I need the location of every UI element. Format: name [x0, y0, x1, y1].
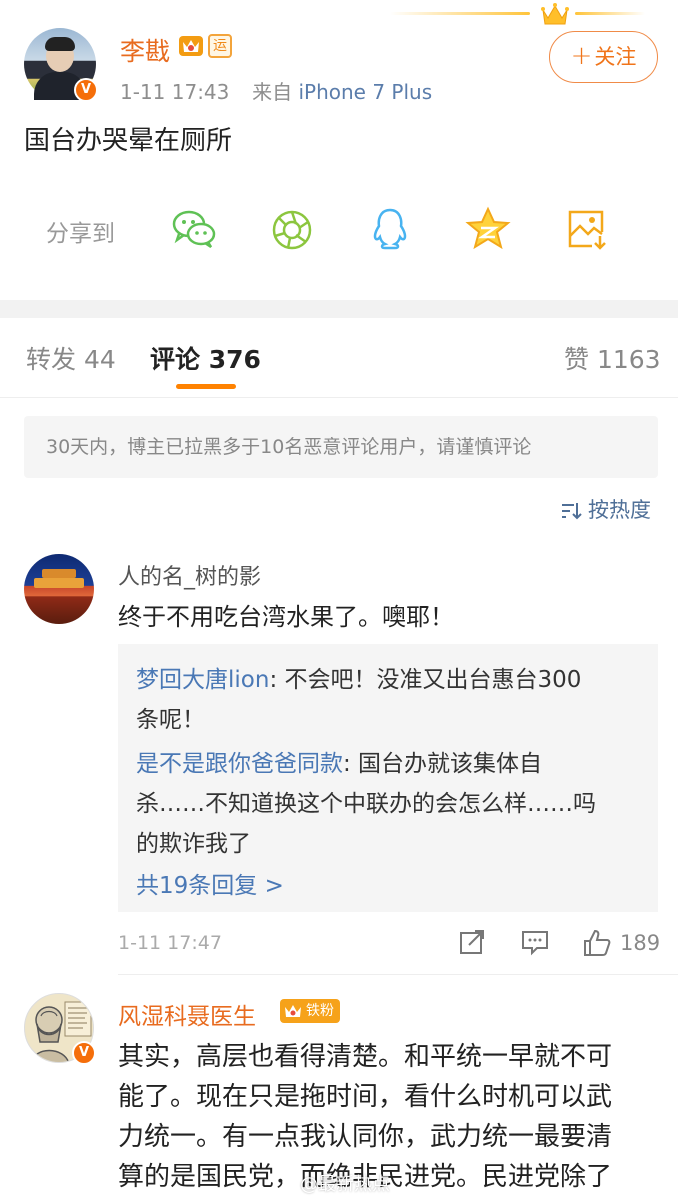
moments-icon[interactable]: [268, 204, 316, 252]
comment-text-line: 力统一。有一点我认同你，武力统一最要清: [118, 1122, 613, 1152]
sort-label: 按热度: [588, 498, 651, 522]
tab-repost-label: 转发: [26, 345, 77, 374]
comment-author[interactable]: 风湿科聂医生: [118, 997, 256, 1031]
yun-badge: 运: [208, 34, 232, 58]
qzone-icon[interactable]: [464, 204, 512, 252]
verified-badge-icon: V: [72, 1041, 96, 1065]
author-name[interactable]: 李戡: [120, 32, 170, 68]
comment-author[interactable]: 人的名_树的影: [118, 559, 261, 591]
save-image-icon[interactable]: [562, 204, 610, 252]
avatar-building-top: [42, 569, 76, 578]
post-meta: 1-11 17:43 来自 iPhone 7 Plus: [120, 76, 432, 105]
post-tabs: 转发 44 评论 376 赞 1163: [0, 318, 678, 398]
share-label: 分享到: [46, 221, 115, 247]
sort-icon: [562, 503, 582, 520]
weibo-post: V 李戡 运 1-11 17:43 来自 iPhone 7 Plus +关注 国…: [0, 0, 678, 300]
reply-text: : 不会吧！没准又出台惠台300: [269, 667, 582, 693]
tab-comment-count: 376: [208, 345, 261, 374]
reply-preview-box[interactable]: 梦回大唐lion: 不会吧！没准又出台惠台300 条呢！ 是不是跟你爸爸同款: …: [118, 644, 658, 912]
plus-icon: +: [570, 41, 593, 71]
follow-button-label: 关注: [594, 45, 637, 69]
tab-repost-count: 44: [83, 345, 116, 374]
tab-likes[interactable]: 赞 1163: [564, 340, 661, 376]
reply-line: 杀……不知道换这个中联办的会怎么样……吗: [136, 791, 596, 817]
reply-line: 条呢！: [136, 707, 205, 733]
avatar-figure-hair: [45, 37, 75, 51]
reply-author[interactable]: 是不是跟你爸爸同款: [136, 751, 343, 777]
reply-text: : 国台办就该集体自: [343, 751, 543, 777]
comment-time: 1-11 17:47: [118, 932, 222, 954]
reply-line: 梦回大唐lion: 不会吧！没准又出台惠台300: [136, 660, 581, 694]
tab-likes-label: 赞: [564, 345, 590, 374]
section-divider: [0, 300, 678, 318]
comment-text-line: 能了。现在只是拖时间，看什么时机可以武: [118, 1082, 613, 1112]
reply-line: 是不是跟你爸爸同款: 国台办就该集体自: [136, 744, 542, 778]
like-count: 189: [620, 931, 661, 955]
comment-avatar[interactable]: [24, 554, 94, 624]
like-icon[interactable]: [582, 928, 612, 958]
watermark: @最新热点: [300, 1174, 390, 1195]
reply-author[interactable]: 梦回大唐lion: [136, 667, 269, 693]
qq-icon[interactable]: [366, 204, 414, 252]
avatar-building-roof: [34, 578, 84, 588]
tab-comment-label: 评论: [150, 345, 201, 374]
comment-footer: 1-11 17:47 189: [118, 928, 661, 960]
comment-divider: [118, 974, 678, 975]
sort-button[interactable]: 按热度: [560, 494, 651, 524]
weibo-watermark-icon: [282, 1176, 298, 1188]
post-source-prefix: 来自: [252, 80, 293, 104]
post-text: 国台办哭晕在厕所: [24, 126, 233, 156]
active-tab-indicator: [176, 384, 236, 389]
post-time: 1-11 17:43: [120, 80, 230, 104]
reply-line: 的欺诈我了: [136, 831, 251, 857]
comment-text-line: 其实，高层也看得清楚。和平统一早就不可: [118, 1042, 613, 1072]
post-source[interactable]: iPhone 7 Plus: [298, 80, 432, 104]
comment-icon[interactable]: [520, 928, 550, 956]
share-row: 分享到: [0, 200, 678, 260]
wechat-icon[interactable]: [170, 204, 218, 252]
tab-comment[interactable]: 评论 376: [150, 340, 261, 376]
comment-text: 终于不用吃台湾水果了。噢耶！: [118, 603, 454, 631]
comment-notice: 30天内，博主已拉黑多于10名恶意评论用户，请谨慎评论: [24, 416, 658, 478]
tab-repost[interactable]: 转发 44: [26, 340, 116, 376]
fan-badge-label: 铁粉: [306, 1003, 334, 1019]
vip-crown-icon: [179, 36, 203, 56]
follow-button[interactable]: +关注: [549, 31, 658, 83]
fan-crown-icon: [285, 1005, 301, 1017]
view-all-replies-link[interactable]: 共19条回复 >: [136, 866, 284, 900]
tab-likes-count: 1163: [596, 345, 661, 374]
verified-badge-icon: V: [74, 78, 98, 102]
fan-badge: 铁粉: [280, 999, 340, 1023]
repost-icon[interactable]: [458, 928, 486, 956]
